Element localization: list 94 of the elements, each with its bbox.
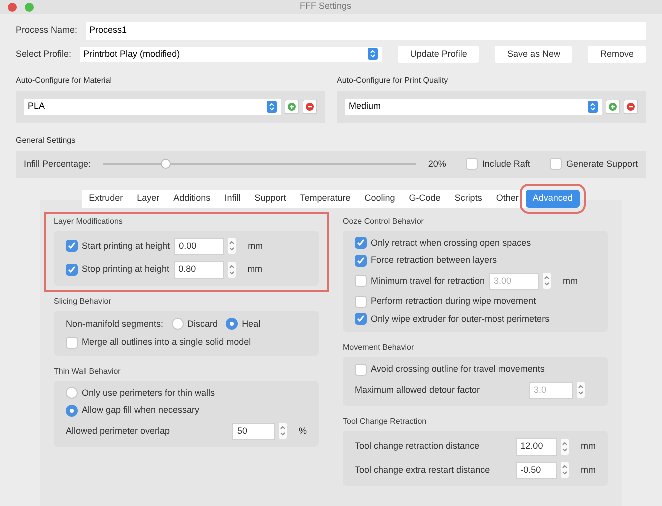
group-title: Slicing Behavior [54,296,112,308]
option-label: Only wipe extruder for outer-most perimeters [371,312,550,326]
unit-label: mm [248,263,263,276]
slider-thumb[interactable] [160,159,171,170]
option-label: Include Raft [482,158,530,170]
remove-icon[interactable] [624,100,638,114]
profile-dropdown[interactable]: Printrbot Play (modified) [80,46,382,62]
option-label: Minimum travel for retraction [371,274,486,288]
group-title: Ooze Control Behavior [343,216,425,228]
checkbox[interactable] [550,158,562,170]
option-label: Allow gap fill when necessary [82,404,200,417]
radio-button[interactable] [66,404,78,417]
option-label: Stop printing at height [82,263,170,276]
radio-button[interactable] [226,318,238,330]
tab[interactable]: Layer [130,190,167,208]
tab[interactable]: G-Code [402,190,448,208]
zoom-window-icon[interactable] [25,2,34,12]
unit-label: % [298,424,307,438]
option-label: Force retraction between layers [371,254,498,267]
option-label: Tool change retraction distance [355,440,480,453]
option-label: Avoid crossing outline for travel movements [371,363,545,376]
option-label: Maximum allowed detour factor [355,384,480,396]
tab[interactable]: Cooling [358,190,402,208]
window-title: FFF Settings [300,0,352,13]
tab[interactable]: Temperature [293,190,358,208]
stepper-icon[interactable] [228,262,236,278]
stepper-icon[interactable] [228,238,236,254]
checkbox[interactable] [66,336,78,349]
option-label: Perform retraction during wipe movement [371,295,536,308]
field-label: Process Name: [16,24,78,37]
checkbox[interactable] [355,237,367,250]
profile-button[interactable]: Remove [588,46,646,63]
stepper-icon[interactable] [561,462,569,478]
config-dropdown[interactable]: PLA [24,99,281,114]
profile-button[interactable]: Update Profile [398,46,480,63]
tab[interactable]: Extruder [82,190,130,208]
number-field[interactable]: 50 [232,422,275,440]
tab[interactable]: Other [489,190,526,208]
add-icon[interactable] [606,100,620,114]
option-label: Tool change extra restart distance [355,464,490,477]
add-icon[interactable] [285,100,299,114]
stepper-icon[interactable] [543,273,552,290]
section-title: General Settings [16,134,77,146]
close-window-icon[interactable] [8,2,17,12]
checkbox[interactable] [355,254,367,267]
unit-label: mm [248,240,264,252]
option-label: Non-manifold segments: [66,318,164,331]
field-label: Infill Percentage: [24,158,92,171]
dropdown-arrows-icon[interactable] [368,48,378,60]
number-field[interactable]: 0.80 [174,261,224,278]
stepper-icon[interactable] [577,382,585,398]
unit-label: mm [563,274,578,288]
infill-reading: 20% [428,158,446,170]
profile-button[interactable]: Save as New [495,46,572,63]
number-field[interactable]: -0.50 [516,462,557,479]
option-label: Allowed perimeter overlap [66,424,170,438]
checkbox[interactable] [355,313,367,326]
remove-icon[interactable] [303,100,317,114]
group-title: Layer Modifications [54,216,124,228]
config-dropdown[interactable]: Medium [345,99,602,114]
checkbox[interactable] [355,296,367,308]
radio-button[interactable] [172,318,184,330]
group-title: Thin Wall Behavior [54,366,122,378]
option-label: Merge all outlines into a single solid model [82,336,252,349]
stepper-icon[interactable] [561,438,569,455]
section-title: Auto-Configure for Print Quality [337,75,450,87]
tab[interactable]: Scripts [448,190,490,208]
stepper-icon[interactable] [278,423,287,440]
unit-label: mm [581,440,596,453]
checkbox[interactable] [466,158,478,170]
option-label: Only retract when crossing open spaces [371,236,532,250]
number-field[interactable]: 12.00 [516,438,557,456]
tab[interactable]: Infill [218,190,248,208]
dropdown-arrows-icon[interactable] [267,100,277,113]
process-name-field[interactable]: Process1 [86,22,646,40]
tab[interactable]: Additions [166,190,218,208]
infill-slider[interactable] [103,159,416,170]
option-label: Discard [188,318,218,330]
section-title: Auto-Configure for Material [16,75,114,87]
checkbox[interactable] [66,240,78,252]
checkbox[interactable] [66,264,78,276]
option-label: Only use perimeters for thin walls [82,386,216,400]
option-label: Generate Support [566,158,638,171]
dropdown-arrows-icon[interactable] [588,100,598,113]
option-label: Heal [242,318,261,330]
option-label: Start printing at height [82,240,170,253]
tab[interactable]: Support [248,190,294,208]
group-title: Tool Change Retraction [343,416,428,428]
checkbox[interactable] [355,364,367,376]
field-label: Select Profile: [16,48,72,60]
radio-button[interactable] [66,387,78,400]
unit-label: mm [581,464,596,476]
number-field[interactable]: 0.00 [174,238,224,255]
group-title: Movement Behavior [343,342,416,354]
